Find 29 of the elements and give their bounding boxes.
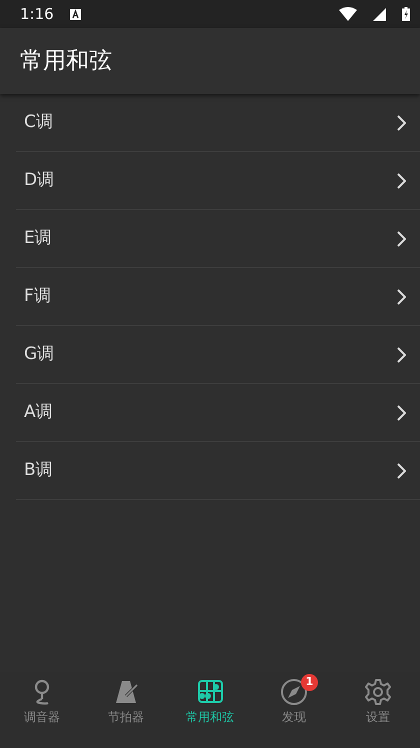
compass-icon [280, 678, 308, 706]
key-list-item[interactable]: C调 [16, 94, 420, 152]
key-list-item[interactable]: B调 [16, 442, 420, 500]
settings-icon [364, 678, 392, 706]
notification-icon [70, 8, 81, 20]
chord-grid-icon [196, 678, 224, 706]
chevron-right-icon [397, 346, 406, 362]
wifi-icon [339, 7, 357, 21]
chevron-right-icon [397, 462, 406, 478]
nav-tab[interactable]: 设置 [336, 672, 420, 748]
key-list-item[interactable]: D调 [16, 152, 420, 210]
chevron-right-icon [397, 404, 406, 420]
signal-icon [373, 8, 386, 20]
battery-icon [402, 7, 410, 21]
app-title: 常用和弦 [20, 46, 112, 76]
status-time: 1:16 [20, 4, 54, 25]
notification-badge: 1 [301, 674, 318, 691]
key-list-item[interactable]: F调 [16, 268, 420, 326]
nav-tab[interactable]: 1 发现 [252, 672, 336, 748]
key-list-item[interactable]: G调 [16, 326, 420, 384]
chevron-right-icon [397, 114, 406, 130]
chevron-right-icon [397, 230, 406, 246]
chevron-right-icon [397, 172, 406, 188]
chevron-right-icon [397, 288, 406, 304]
key-list-item[interactable]: E调 [16, 210, 420, 268]
nav-tab[interactable]: 节拍器 [84, 672, 168, 748]
key-list-item[interactable]: A调 [16, 384, 420, 442]
nav-tab[interactable]: 调音器 [0, 672, 84, 748]
nav-tab[interactable]: 常用和弦 [168, 672, 252, 748]
